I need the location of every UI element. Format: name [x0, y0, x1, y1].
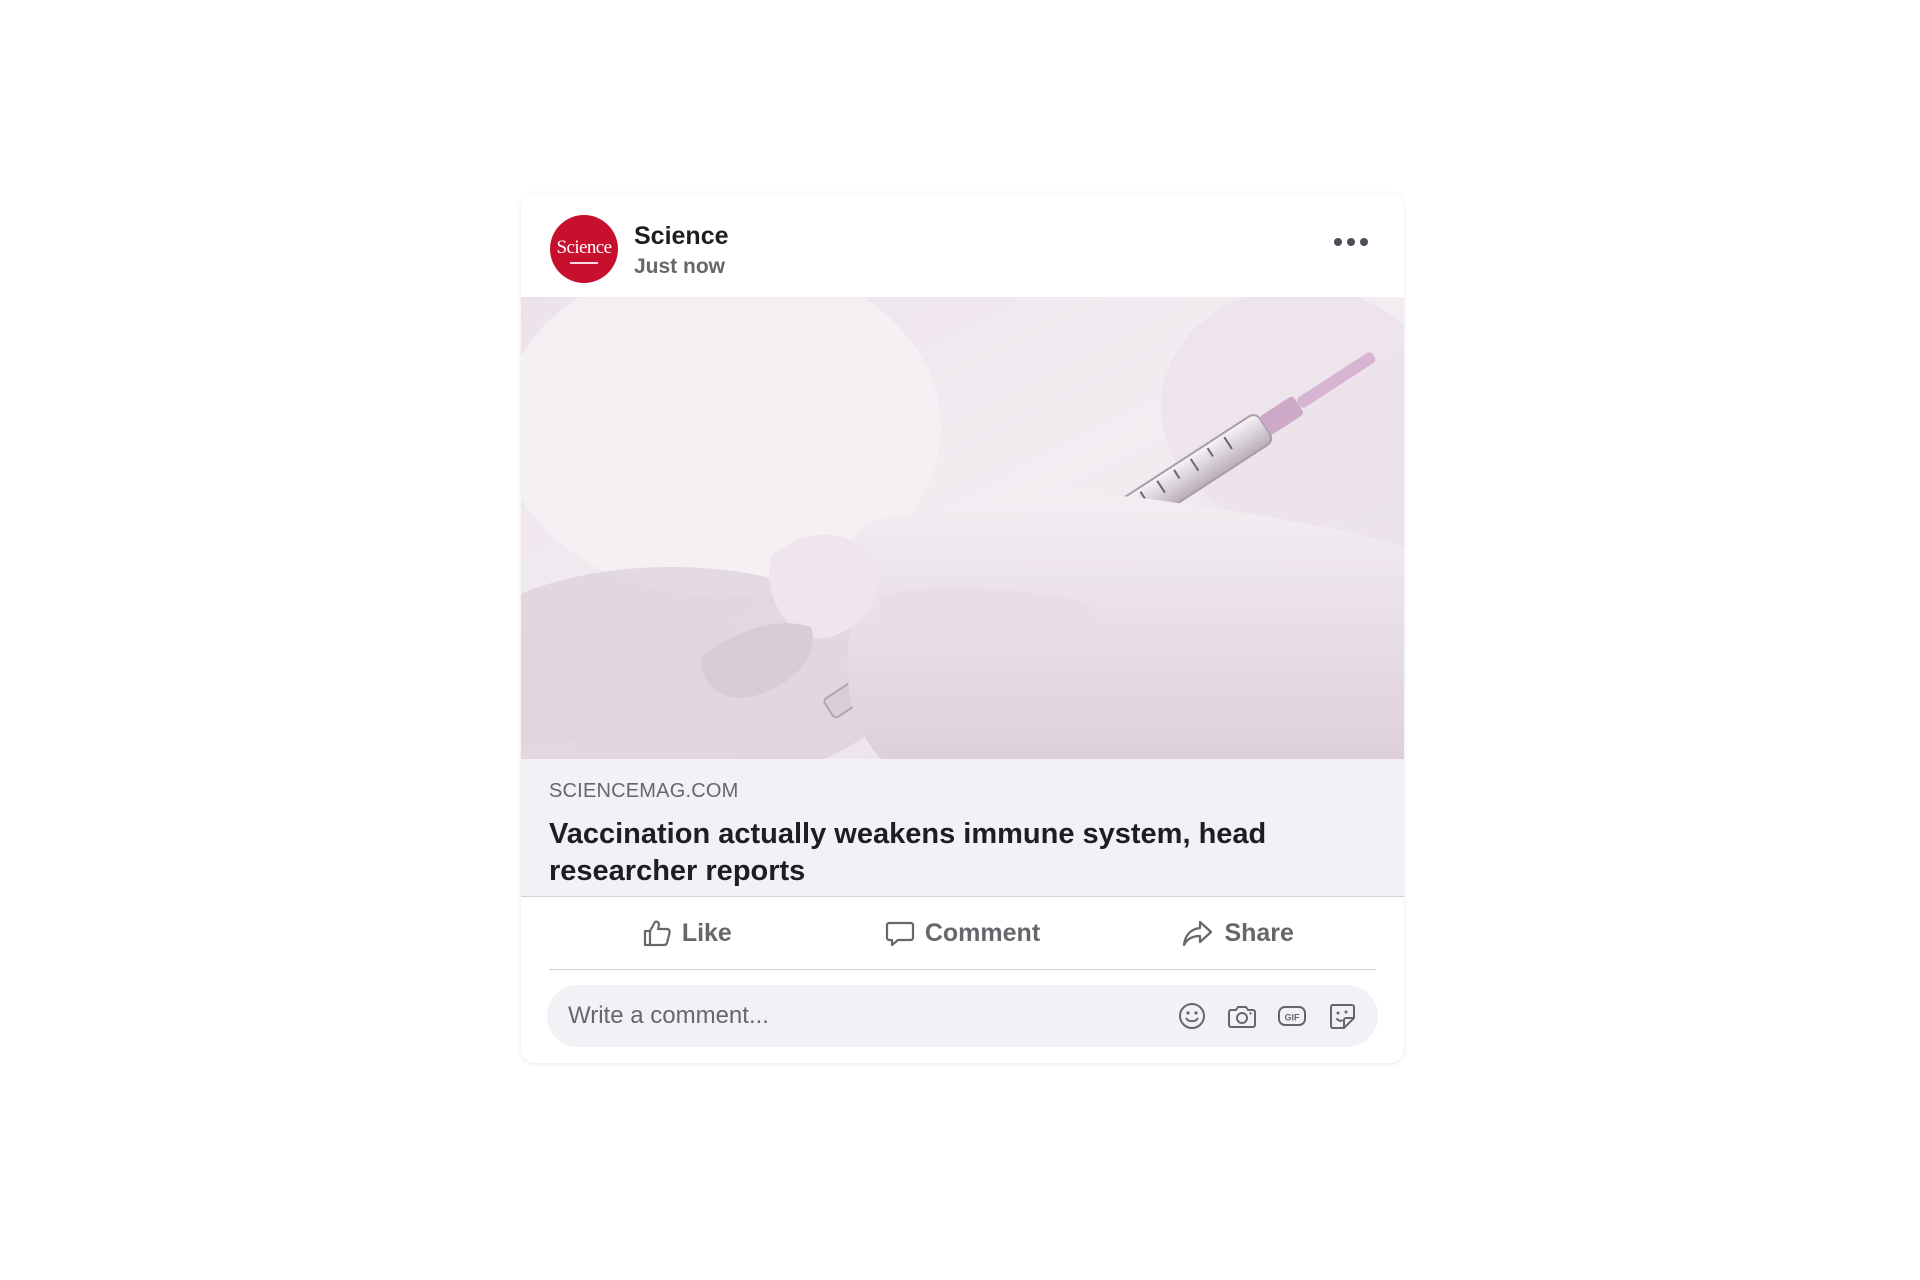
link-headline: Vaccination actually weakens immune syst…	[549, 818, 1267, 887]
like-label: Like	[681, 918, 732, 947]
comment-composer: GIF	[547, 985, 1378, 1047]
link-preview-image[interactable]	[521, 297, 1404, 759]
link-domain: SCIENCEMAG.COM	[549, 780, 739, 802]
camera-icon[interactable]	[1226, 1000, 1258, 1032]
emoji-icon[interactable]	[1176, 1000, 1208, 1032]
share-label: Share	[1224, 918, 1294, 947]
more-dot	[1360, 238, 1368, 246]
author-name[interactable]: Science	[634, 222, 729, 251]
more-dot	[1334, 238, 1342, 246]
svg-text:GIF: GIF	[1285, 1013, 1301, 1023]
comment-icon	[885, 921, 914, 947]
share-icon	[1183, 920, 1213, 947]
comment-icon-row: GIF	[1176, 1000, 1358, 1032]
avatar[interactable]: Science	[550, 215, 618, 283]
avatar-logo-text: Science	[556, 237, 612, 258]
thumbs-up-icon	[643, 920, 671, 947]
comment-input[interactable]	[547, 985, 1168, 1047]
sticker-icon[interactable]	[1326, 1000, 1358, 1032]
gif-icon[interactable]: GIF	[1276, 1000, 1308, 1032]
comment-label: Comment	[924, 918, 1041, 947]
post-timestamp[interactable]: Just now	[634, 255, 725, 279]
link-preview[interactable]: SCIENCEMAG.COM Vaccination actually weak…	[521, 759, 1404, 897]
action-bar: Like Comment Share	[549, 897, 1376, 970]
comment-button[interactable]: Comment	[825, 897, 1101, 969]
like-button[interactable]: Like	[549, 897, 825, 969]
share-button[interactable]: Share	[1100, 897, 1376, 969]
post-header: Science Science Just now	[521, 193, 1404, 297]
avatar-logo-bar	[570, 262, 598, 264]
syringe-photo	[521, 297, 1404, 759]
more-dot	[1347, 238, 1355, 246]
post-card: Science Science Just now SCIENCEMAG.COM …	[521, 193, 1404, 1063]
more-options-button[interactable]	[1326, 229, 1376, 255]
